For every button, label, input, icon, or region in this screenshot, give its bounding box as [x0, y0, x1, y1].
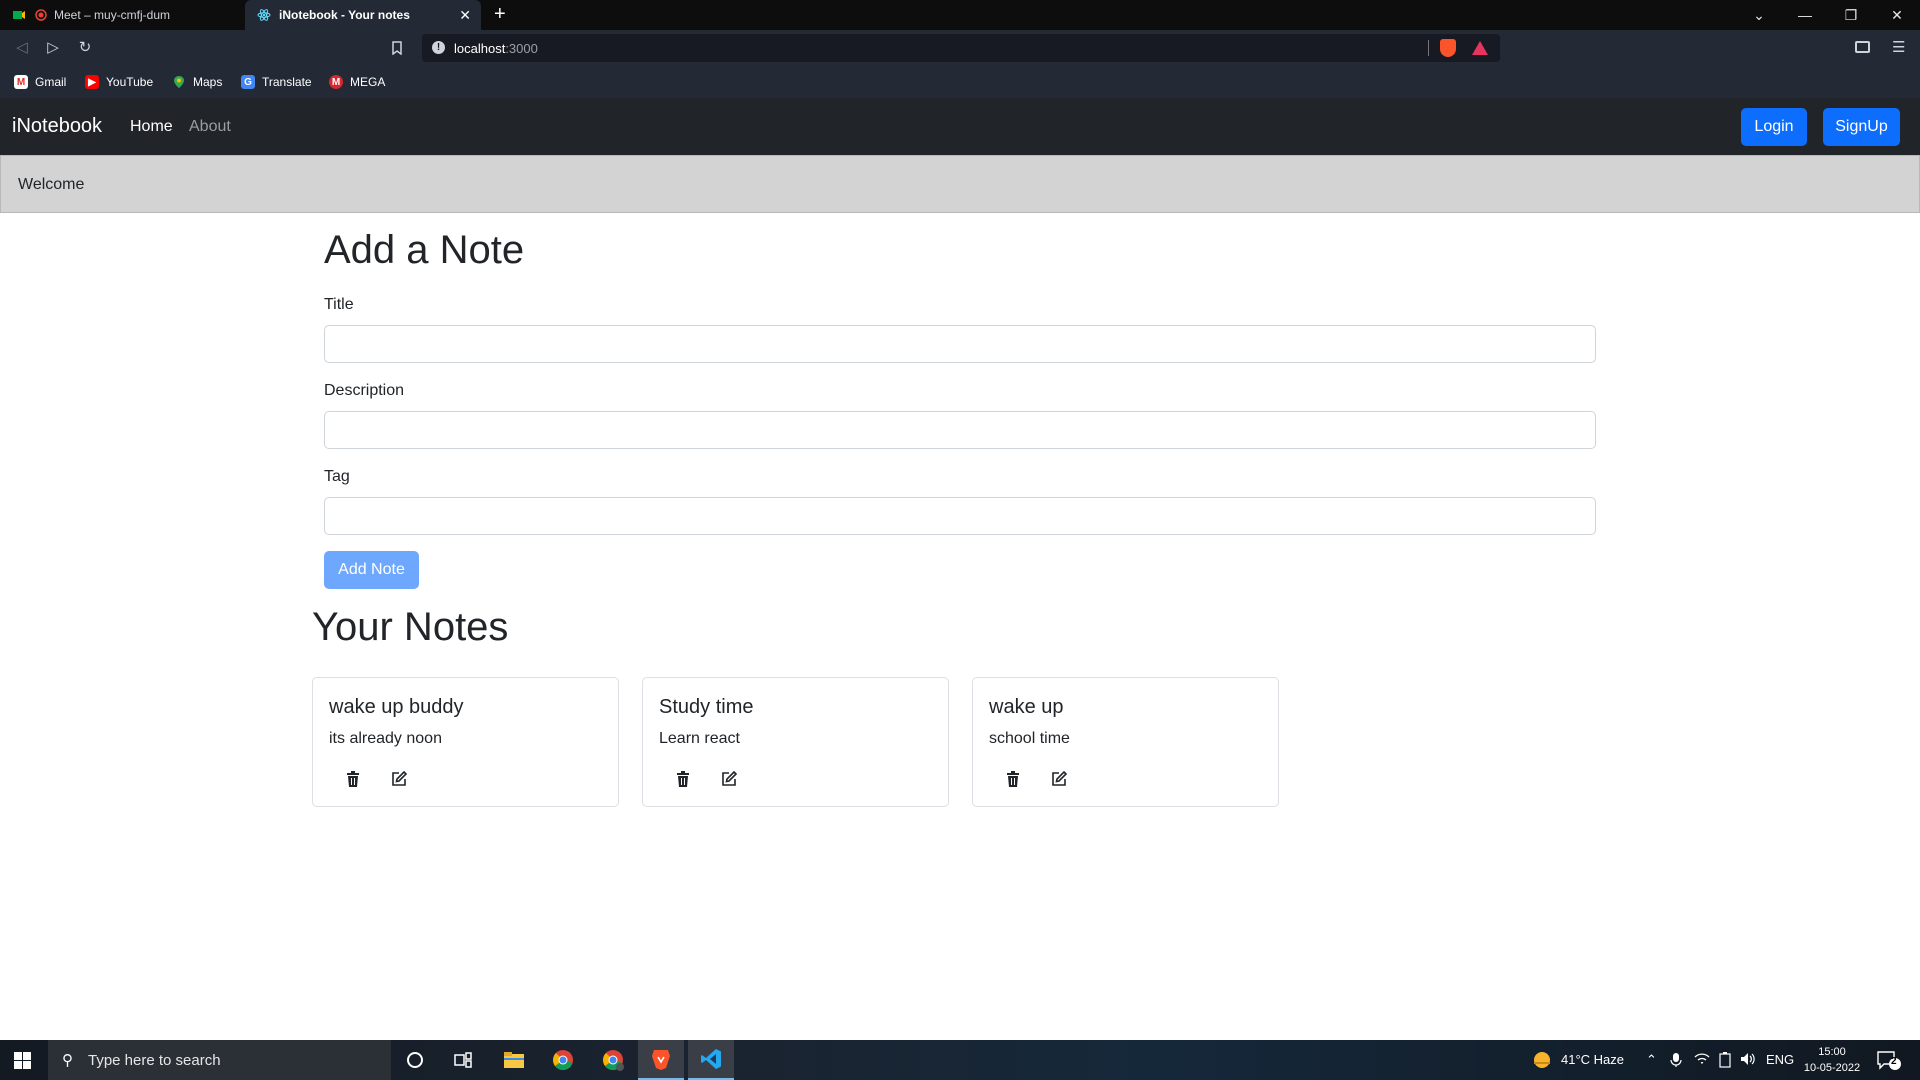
search-icon: ⚲	[62, 1052, 73, 1069]
bookmark-gmail[interactable]: M Gmail	[14, 73, 66, 91]
edit-icon[interactable]	[390, 770, 408, 788]
restore-icon[interactable]: ❐	[1828, 0, 1874, 30]
back-icon[interactable]: ◁	[12, 38, 32, 58]
vscode-icon[interactable]	[688, 1040, 734, 1080]
recording-icon	[34, 8, 48, 22]
chevron-up-icon[interactable]: ⌃	[1646, 1052, 1657, 1068]
note-card: wake up school time	[972, 677, 1279, 807]
note-card: wake up buddy its already noon	[312, 677, 619, 807]
notification-center-icon[interactable]	[1876, 1050, 1902, 1073]
brave-taskbar-icon[interactable]	[638, 1040, 684, 1080]
task-view-icon[interactable]	[440, 1040, 486, 1080]
menu-icon[interactable]: ☰	[1892, 38, 1905, 56]
language-indicator[interactable]: ENG	[1766, 1052, 1794, 1067]
nav-about[interactable]: About	[189, 118, 231, 136]
bookmark-maps[interactable]: Maps	[172, 73, 222, 91]
note-title: wake up buddy	[329, 696, 464, 718]
wallet-icon[interactable]	[1855, 41, 1870, 53]
date-text: 10-05-2022	[1803, 1062, 1861, 1074]
brave-shields-icon[interactable]	[1440, 39, 1456, 57]
edit-icon[interactable]	[720, 770, 738, 788]
clock[interactable]: 15:00 10-05-2022	[1802, 1044, 1862, 1076]
search-placeholder: Type here to search	[88, 1052, 221, 1069]
note-title: Study time	[659, 696, 754, 718]
brave-rewards-icon[interactable]	[1472, 41, 1488, 55]
add-note-button[interactable]: Add Note	[324, 551, 419, 589]
tag-input[interactable]	[324, 497, 1596, 535]
brand-logo[interactable]: iNotebook	[12, 115, 102, 138]
chrome-profile-icon[interactable]	[590, 1040, 636, 1080]
app-navbar: iNotebook Home About Login SignUp	[0, 98, 1920, 155]
url-text: localhost:3000	[454, 41, 538, 56]
tab-search-icon[interactable]: ⌄	[1736, 0, 1782, 30]
tab-title: Meet – muy-cmfj-dum	[54, 8, 171, 22]
new-tab-icon[interactable]: +	[494, 3, 506, 26]
note-description: Learn react	[659, 730, 740, 747]
note-description: its already noon	[329, 730, 442, 747]
bookmarks-bar: M Gmail ▶ YouTube Maps G Translate M MEG…	[0, 66, 1920, 98]
meet-icon	[12, 8, 26, 22]
signup-button[interactable]: SignUp	[1823, 108, 1900, 146]
maps-icon	[172, 75, 186, 89]
battery-icon[interactable]	[1718, 1052, 1732, 1071]
forward-icon[interactable]: ▷	[43, 38, 63, 58]
windows-start-icon[interactable]	[14, 1052, 31, 1069]
weather-text[interactable]: 41°C Haze	[1561, 1052, 1624, 1067]
volume-icon[interactable]	[1740, 1052, 1756, 1069]
translate-icon: G	[241, 75, 255, 89]
welcome-alert: Welcome	[0, 155, 1920, 213]
tag-label: Tag	[324, 468, 350, 485]
windows-taskbar: ⚲ Type here to search 41°C Haze ⌃ ENG 15…	[0, 1040, 1920, 1080]
your-notes-heading: Your Notes	[312, 605, 509, 649]
divider	[1428, 40, 1429, 56]
bookmark-mega[interactable]: M MEGA	[329, 73, 385, 91]
reload-icon[interactable]: ↻	[75, 38, 95, 58]
trash-icon[interactable]	[344, 770, 362, 788]
site-info-icon[interactable]: !	[432, 41, 445, 54]
title-label: Title	[324, 296, 354, 313]
mega-icon: M	[329, 75, 343, 89]
chrome-icon[interactable]	[540, 1040, 586, 1080]
title-input[interactable]	[324, 325, 1596, 363]
browser-toolbar: ◁ ▷ ↻ ! localhost:3000 ☰	[0, 30, 1920, 66]
tab-strip: Meet – muy-cmfj-dum iNotebook - Your not…	[0, 0, 1920, 30]
add-note-heading: Add a Note	[324, 228, 525, 272]
tab-inotebook[interactable]: iNotebook - Your notes ✕	[245, 0, 481, 30]
microphone-icon[interactable]	[1670, 1052, 1682, 1071]
nav-home[interactable]: Home	[130, 118, 173, 136]
note-title: wake up	[989, 696, 1064, 718]
bookmark-icon[interactable]	[387, 38, 407, 58]
file-explorer-icon[interactable]	[491, 1040, 537, 1080]
youtube-icon: ▶	[85, 75, 99, 89]
note-card: Study time Learn react	[642, 677, 949, 807]
taskbar-search[interactable]: ⚲ Type here to search	[48, 1040, 391, 1080]
minimize-icon[interactable]: —	[1782, 0, 1828, 30]
trash-icon[interactable]	[1004, 770, 1022, 788]
bookmark-translate[interactable]: G Translate	[241, 73, 312, 91]
close-window-icon[interactable]: ✕	[1874, 0, 1920, 30]
cortana-icon[interactable]	[392, 1040, 438, 1080]
trash-icon[interactable]	[674, 770, 692, 788]
login-button[interactable]: Login	[1741, 108, 1807, 146]
alert-text: Welcome	[18, 176, 85, 193]
react-icon	[257, 8, 271, 22]
close-tab-icon[interactable]: ✕	[459, 7, 471, 24]
bookmark-youtube[interactable]: ▶ YouTube	[85, 73, 153, 91]
gmail-icon: M	[14, 75, 28, 89]
weather-icon[interactable]	[1532, 1050, 1552, 1073]
address-bar[interactable]: ! localhost:3000	[422, 34, 1500, 62]
wifi-icon[interactable]	[1694, 1052, 1710, 1069]
description-label: Description	[324, 382, 405, 399]
tab-title: iNotebook - Your notes	[279, 8, 410, 22]
tab-meet[interactable]: Meet – muy-cmfj-dum	[0, 0, 243, 30]
time-text: 15:00	[1818, 1046, 1846, 1058]
description-input[interactable]	[324, 411, 1596, 449]
note-description: school time	[989, 730, 1070, 747]
edit-icon[interactable]	[1050, 770, 1068, 788]
notification-count: 2	[1891, 1056, 1897, 1067]
